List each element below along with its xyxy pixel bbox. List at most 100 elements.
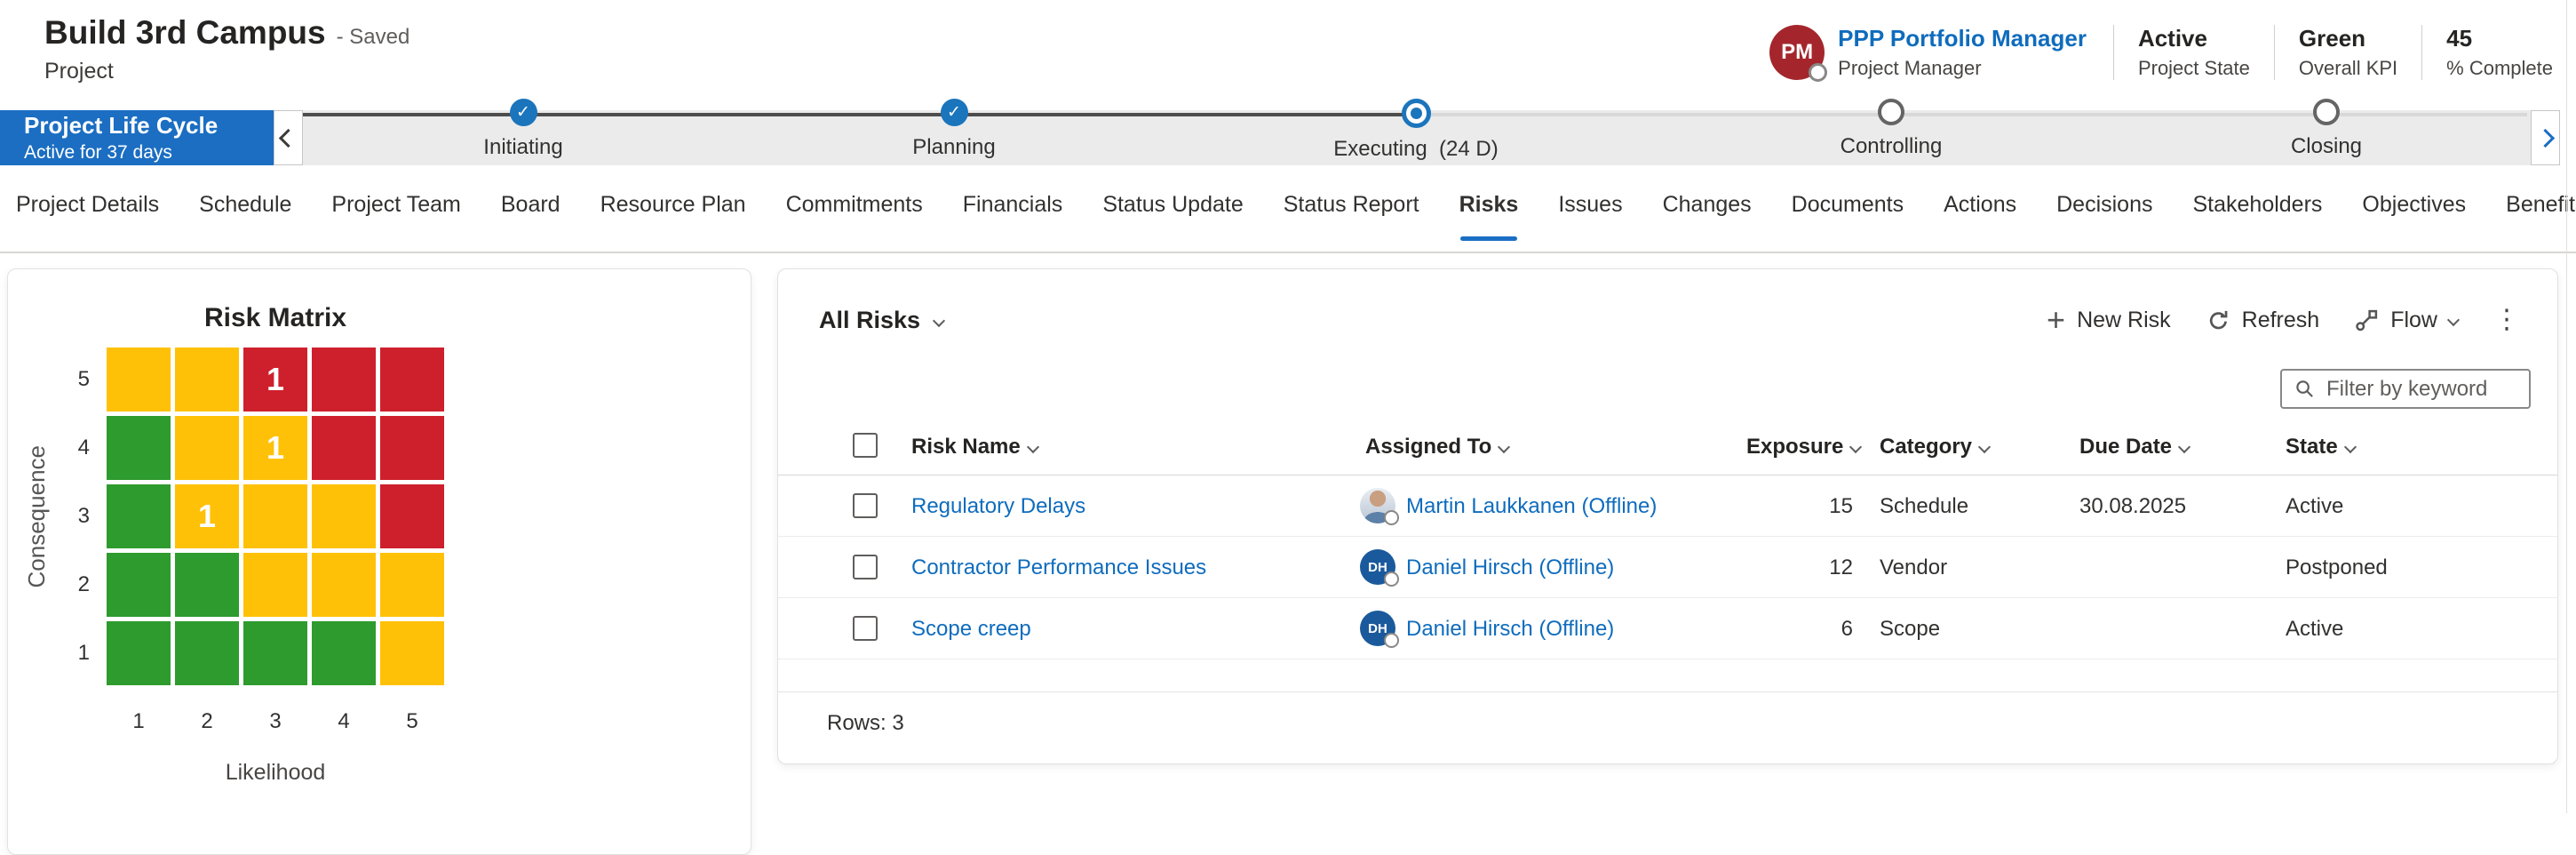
lifecycle-stage-controlling[interactable]: Controlling xyxy=(1776,99,2007,159)
checkmark-icon: ✓ xyxy=(941,99,968,126)
tab-board[interactable]: Board xyxy=(501,192,561,218)
tab-changes[interactable]: Changes xyxy=(1663,192,1752,218)
matrix-col-label: 1 xyxy=(107,709,171,734)
page-type-label: Project xyxy=(44,59,114,84)
risks-panel: All Risks New Risk Refresh Flow xyxy=(777,268,2558,764)
column-header-assigned-to[interactable]: Assigned To xyxy=(1365,435,1508,459)
exposure-cell: 6 xyxy=(1684,598,1853,659)
stage-label: Initiating xyxy=(408,135,639,160)
matrix-cell xyxy=(380,416,444,480)
stat-label: Project State xyxy=(2138,57,2250,80)
chevron-down-icon xyxy=(2447,314,2460,326)
flow-button[interactable]: Flow xyxy=(2355,308,2458,333)
category-cell: Scope xyxy=(1880,598,1940,659)
lifecycle-header: Project Life Cycle Active for 37 days xyxy=(0,110,274,165)
matrix-cell: 1 xyxy=(175,484,239,548)
exposure-cell: 15 xyxy=(1684,475,1853,537)
lifecycle-stage-closing[interactable]: Closing xyxy=(2211,99,2442,159)
exposure-cell: 12 xyxy=(1684,537,1853,598)
matrix-cell xyxy=(312,553,376,617)
risk-name-link[interactable]: Contractor Performance Issues xyxy=(911,537,1206,598)
new-risk-label: New Risk xyxy=(2077,308,2171,333)
more-options-button[interactable] xyxy=(2493,307,2520,333)
risk-name-link[interactable]: Scope creep xyxy=(911,598,1031,659)
chevron-down-icon xyxy=(933,314,945,326)
avatar-initials: PM xyxy=(1781,40,1813,65)
column-header-state[interactable]: State xyxy=(2286,435,2355,459)
matrix-cell xyxy=(107,348,171,412)
tab-objectives[interactable]: Objectives xyxy=(2362,192,2466,218)
filter-input[interactable] xyxy=(2325,376,2516,403)
scrollbar-track[interactable] xyxy=(2566,0,2567,813)
assignee-link[interactable]: Daniel Hirsch (Offline) xyxy=(1406,598,1614,659)
table-row[interactable]: Regulatory Delays Martin Laukkanen (Offli… xyxy=(778,475,2557,537)
row-checkbox[interactable] xyxy=(853,616,878,641)
search-icon xyxy=(2294,379,2315,399)
chevron-left-icon xyxy=(279,128,298,147)
state-cell: Active xyxy=(2286,475,2343,537)
assignee-link[interactable]: Daniel Hirsch (Offline) xyxy=(1406,537,1614,598)
row-checkbox[interactable] xyxy=(853,493,878,518)
column-header-due-date[interactable]: Due Date xyxy=(2079,435,2189,459)
matrix-cell xyxy=(107,416,171,480)
lifecycle-subtitle: Active for 37 days xyxy=(24,142,274,164)
column-header-category[interactable]: Category xyxy=(1880,435,1989,459)
tab-status-report[interactable]: Status Report xyxy=(1284,192,1419,218)
tab-issues[interactable]: Issues xyxy=(1558,192,1622,218)
tab-risks[interactable]: Risks xyxy=(1459,192,1519,218)
matrix-cell xyxy=(312,348,376,412)
stat-overall-kpi: Green Overall KPI xyxy=(2274,25,2421,80)
row-checkbox[interactable] xyxy=(853,555,878,579)
tab-status-update[interactable]: Status Update xyxy=(1102,192,1243,218)
tab-resource-plan[interactable]: Resource Plan xyxy=(600,192,746,218)
category-cell: Vendor xyxy=(1880,537,1947,598)
tab-decisions[interactable]: Decisions xyxy=(2056,192,2152,218)
lifecycle-stage-initiating[interactable]: ✓Initiating xyxy=(408,99,639,160)
column-header-risk-name[interactable]: Risk Name xyxy=(911,435,1038,459)
lifecycle-stage-executing[interactable]: Executing (24 D) xyxy=(1300,99,1531,162)
column-label: Risk Name xyxy=(911,435,1021,459)
column-header-exposure[interactable]: Exposure xyxy=(1746,435,1860,459)
lifecycle-next-button[interactable] xyxy=(2531,110,2560,165)
matrix-cell xyxy=(107,484,171,548)
risk-name-link[interactable]: Regulatory Delays xyxy=(911,475,1085,537)
matrix-cell xyxy=(312,621,376,685)
chevron-down-icon xyxy=(1027,441,1039,453)
tab-schedule[interactable]: Schedule xyxy=(199,192,291,218)
assignee-avatar: DH xyxy=(1360,549,1395,585)
assignee-avatar xyxy=(1360,488,1395,523)
saved-status: - Saved xyxy=(337,25,410,50)
matrix-cell: 1 xyxy=(243,416,307,480)
lifecycle-stage-planning[interactable]: ✓Planning xyxy=(839,99,1069,160)
table-row[interactable]: Contractor Performance Issues DH Daniel Hi… xyxy=(778,537,2557,598)
chevron-down-icon xyxy=(1978,441,1991,453)
tab-stakeholders[interactable]: Stakeholders xyxy=(2192,192,2322,218)
project-manager-block: PM PPP Portfolio Manager Project Manager xyxy=(1769,25,2113,80)
header-kpi-strip: PM PPP Portfolio Manager Project Manager… xyxy=(1769,14,2556,91)
tab-documents[interactable]: Documents xyxy=(1792,192,1904,218)
view-selector[interactable]: All Risks xyxy=(819,307,943,334)
refresh-button[interactable]: Refresh xyxy=(2206,308,2320,333)
project-manager-link[interactable]: PPP Portfolio Manager xyxy=(1838,25,2087,52)
select-all-checkbox[interactable] xyxy=(853,433,878,458)
matrix-cell xyxy=(380,348,444,412)
offline-presence-icon xyxy=(1384,633,1399,648)
matrix-col-label: 2 xyxy=(175,709,239,734)
view-selector-label: All Risks xyxy=(819,307,920,334)
tab-financials[interactable]: Financials xyxy=(963,192,1063,218)
tab-project-details[interactable]: Project Details xyxy=(16,192,159,218)
matrix-col-label: 5 xyxy=(380,709,444,734)
new-risk-button[interactable]: New Risk xyxy=(2047,308,2171,333)
lifecycle-bar: ✓Initiating✓PlanningExecuting (24 D)Cont… xyxy=(303,110,2532,165)
matrix-row-label: 5 xyxy=(54,348,90,412)
stat-label: % Complete xyxy=(2446,57,2553,80)
tab-commitments[interactable]: Commitments xyxy=(786,192,923,218)
tab-project-team[interactable]: Project Team xyxy=(331,192,460,218)
risk-matrix-grid: 111 xyxy=(107,348,444,685)
flow-label: Flow xyxy=(2390,308,2437,333)
assignee-link[interactable]: Martin Laukkanen (Offline) xyxy=(1406,475,1657,537)
tab-actions[interactable]: Actions xyxy=(1944,192,2016,218)
stat-value: 45 xyxy=(2446,25,2553,52)
table-row[interactable]: Scope creepDHDaniel Hirsch (Offline)6Sco… xyxy=(778,598,2557,659)
lifecycle-prev-button[interactable] xyxy=(274,110,303,165)
